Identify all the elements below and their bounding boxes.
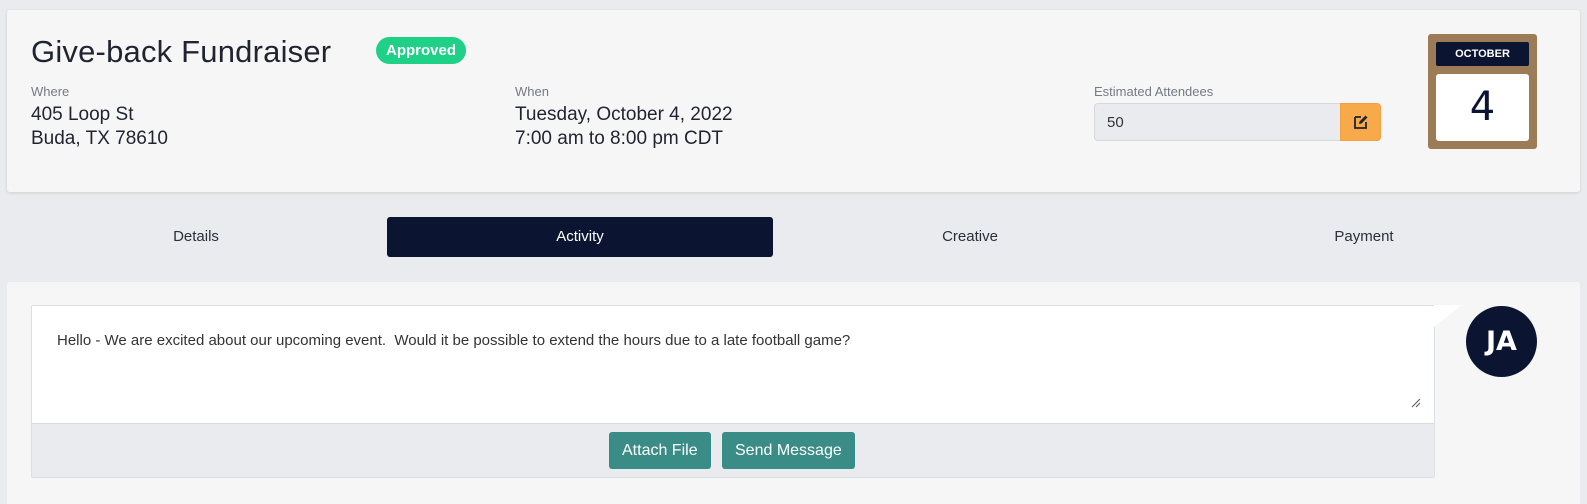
attendees-input[interactable] (1094, 103, 1340, 141)
tab-payment[interactable]: Payment (1171, 217, 1557, 257)
tab-creative[interactable]: Creative (777, 217, 1163, 257)
calendar-month: OCTOBER (1436, 42, 1529, 66)
message-input[interactable]: Hello - We are excited about our upcomin… (32, 306, 1434, 424)
edit-attendees-button[interactable] (1340, 103, 1381, 141)
message-footer: Attach File Send Message (32, 423, 1434, 477)
event-title: Give-back Fundraiser (31, 34, 332, 69)
tab-bar: Details Activity Creative Payment (0, 217, 1587, 257)
attendees-label: Estimated Attendees (1094, 84, 1214, 99)
calendar-widget: OCTOBER 4 (1428, 34, 1537, 149)
resize-grip-icon[interactable] (1409, 396, 1421, 408)
event-date: Tuesday, October 4, 2022 (515, 104, 733, 125)
attendees-group (1094, 103, 1381, 141)
activity-panel: Hello - We are excited about our upcomin… (7, 282, 1580, 504)
calendar-day: 4 (1436, 74, 1529, 141)
message-composer: Hello - We are excited about our upcomin… (31, 305, 1435, 478)
tab-activity[interactable]: Activity (387, 217, 773, 257)
address-line2: Buda, TX 78610 (31, 128, 168, 149)
speech-bubble-tail (1434, 305, 1462, 327)
event-time: 7:00 am to 8:00 pm CDT (515, 128, 724, 149)
attach-file-button[interactable]: Attach File (609, 432, 711, 469)
tab-details[interactable]: Details (3, 217, 389, 257)
address-line1: 405 Loop St (31, 104, 134, 125)
avatar[interactable]: JA (1466, 306, 1537, 377)
event-header-card: Give-back Fundraiser Approved Where 405 … (7, 10, 1580, 192)
status-badge: Approved (376, 37, 467, 64)
when-label: When (515, 84, 549, 99)
edit-icon (1353, 115, 1367, 129)
send-message-button[interactable]: Send Message (722, 432, 855, 469)
where-label: Where (31, 84, 70, 99)
